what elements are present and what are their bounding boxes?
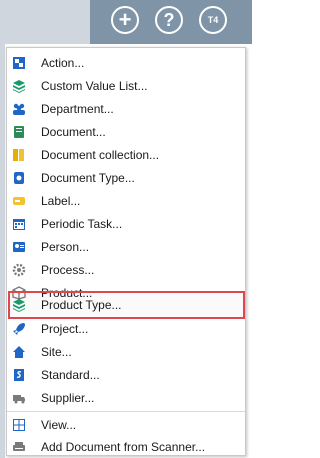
top-bar: + ? T4 [0, 0, 252, 44]
left-strip [0, 44, 5, 458]
menu-item-label: Document Type... [41, 171, 135, 185]
gear-icon [12, 263, 26, 277]
menu-item-label: Label... [41, 194, 81, 208]
menu-item-process[interactable]: Process... [7, 260, 245, 280]
menu-item-label: Product Type... [41, 298, 122, 312]
menu-item-site[interactable]: Site... [7, 342, 245, 362]
menu-item-view[interactable]: View... [7, 415, 245, 435]
menu-item-label: Project... [41, 322, 89, 336]
menu-item-action[interactable]: Action... [7, 53, 245, 73]
menu-item-product-type[interactable]: Product Type... [7, 295, 245, 315]
stack-icon [13, 80, 25, 93]
menu-item-custom-value-list[interactable]: Custom Value List... [7, 76, 245, 96]
menu-item-label: Document... [41, 125, 106, 139]
calendar-icon [13, 219, 25, 230]
help-button[interactable]: ? [155, 6, 183, 34]
tag-icon [13, 197, 25, 205]
home-icon [13, 346, 25, 358]
menu-item-label: Periodic Task... [41, 217, 123, 231]
menu-item-label: Person... [41, 240, 90, 254]
menu-item-label: Department... [41, 102, 114, 116]
context-menu: Action... Custom Value List... Departmen… [6, 47, 246, 456]
menu-item-periodic-task[interactable]: Periodic Task... [7, 214, 245, 234]
menu-item-project[interactable]: Project... [7, 319, 245, 339]
menu-item-label-entry[interactable]: Label... [7, 191, 245, 211]
rocket-icon [13, 323, 25, 335]
menu-item-person[interactable]: Person... [7, 237, 245, 257]
document-icon [14, 126, 24, 138]
standard-icon [14, 369, 24, 381]
people-icon [13, 103, 25, 115]
menu-item-label: Document collection... [41, 148, 160, 162]
scanner-icon [13, 442, 25, 451]
menu-item-label: Custom Value List... [41, 79, 148, 93]
menu-item-add-document-from-scanner[interactable]: Add Document from Scanner... [7, 437, 245, 457]
view-grid-icon [13, 419, 25, 431]
document-type-icon [14, 172, 24, 184]
menu-item-supplier[interactable]: Supplier... [7, 388, 245, 408]
action-icon [13, 57, 25, 69]
menu-item-document[interactable]: Document... [7, 122, 245, 142]
person-card-icon [13, 242, 25, 252]
user-avatar-button[interactable]: T4 [199, 6, 227, 34]
menu-item-label: Add Document from Scanner... [41, 440, 206, 454]
stack-icon [13, 299, 25, 312]
folder-icon [13, 149, 24, 161]
truck-icon [13, 395, 25, 404]
menu-item-label: Site... [41, 345, 72, 359]
menu-item-label: Standard... [41, 368, 100, 382]
menu-item-label: Supplier... [41, 391, 95, 405]
menu-item-department[interactable]: Department... [7, 99, 245, 119]
menu-item-document-collection[interactable]: Document collection... [7, 145, 245, 165]
menu-item-label: Process... [41, 263, 95, 277]
menu-item-label: Action... [41, 56, 85, 70]
menu-separator [7, 411, 245, 412]
menu-item-document-type[interactable]: Document Type... [7, 168, 245, 188]
add-button[interactable]: + [111, 6, 139, 34]
menu-item-label: View... [41, 418, 77, 432]
menu-item-standard[interactable]: Standard... [7, 365, 245, 385]
